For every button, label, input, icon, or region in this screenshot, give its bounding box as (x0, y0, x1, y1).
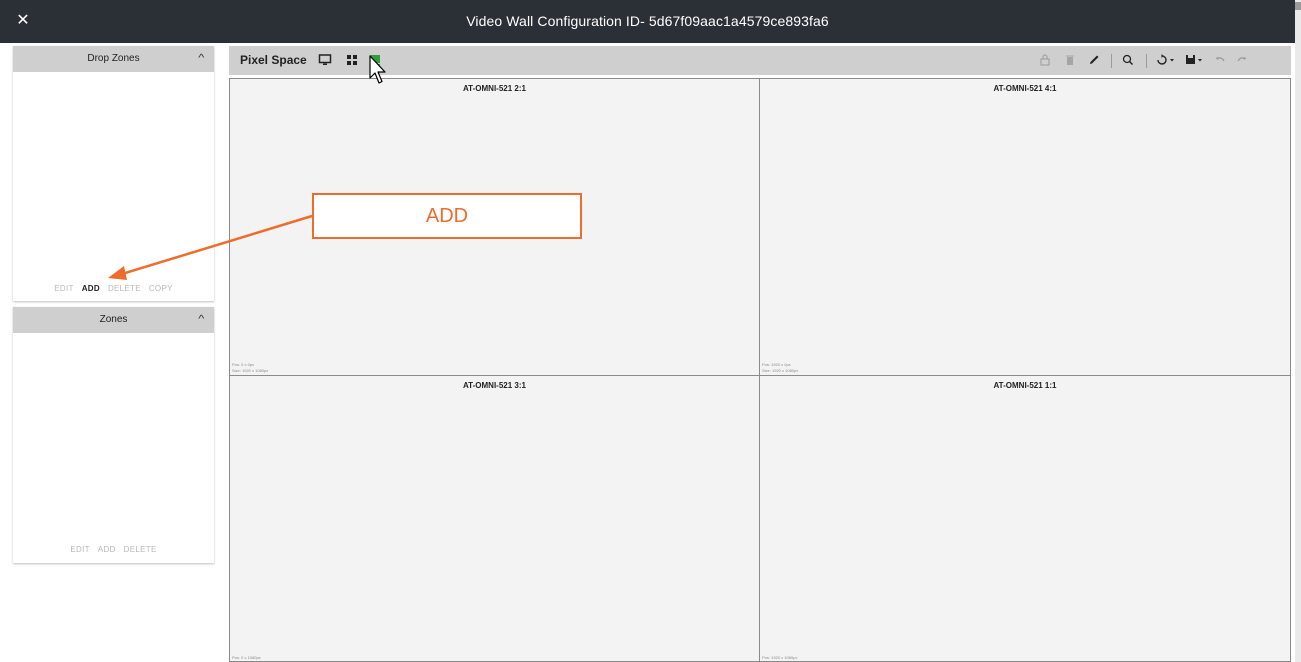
window-title: Video Wall Configuration ID- 5d67f09aac1… (466, 13, 829, 29)
screen-position: Pos: 1920 x 1080px (762, 655, 798, 660)
screen-tile[interactable]: AT-OMNI-521 1:1 Pos: 1920 x 1080px (759, 375, 1291, 662)
scrollbar[interactable] (1295, 0, 1301, 662)
pixel-space-label: Pixel Space (240, 53, 307, 67)
zones-header[interactable]: Zones ^ (13, 307, 214, 333)
refresh-dropdown-icon[interactable] (1155, 53, 1177, 67)
drop-zones-header[interactable]: Drop Zones ^ (13, 46, 214, 72)
zones-actions: EDIT ADD DELETE (13, 545, 214, 554)
screen-size: Size: 1920 x 1080px (762, 368, 799, 373)
redo-icon[interactable] (1235, 53, 1249, 67)
zones-edit-button[interactable]: EDIT (70, 545, 89, 554)
screen-position: Pos: 0 x 1080px (232, 655, 261, 660)
drop-zones-edit-button[interactable]: EDIT (54, 284, 73, 293)
drop-zones-delete-button[interactable]: DELETE (108, 284, 141, 293)
drop-zones-copy-button[interactable]: COPY (149, 284, 173, 293)
zones-add-button[interactable]: ADD (98, 545, 116, 554)
save-dropdown-icon[interactable] (1184, 53, 1206, 67)
mouse-cursor-icon (369, 55, 386, 84)
add-callout: ADD (312, 193, 582, 239)
screen-tile[interactable]: AT-OMNI-521 3:1 Pos: 0 x 1080px (229, 375, 760, 662)
screen-name: AT-OMNI-521 4:1 (993, 84, 1057, 93)
grid-icon[interactable] (345, 53, 359, 67)
pixel-space-canvas[interactable]: AT-OMNI-521 2:1 Pos: 0 x 0px Size: 1920 … (229, 78, 1291, 662)
scrollbar-thumb[interactable] (1295, 2, 1301, 10)
undo-icon[interactable] (1213, 53, 1227, 67)
screen-name: AT-OMNI-521 3:1 (463, 381, 526, 390)
lock-icon[interactable] (1039, 53, 1051, 67)
chevron-up-icon[interactable]: ^ (199, 307, 205, 333)
toolbar-divider (1146, 54, 1147, 68)
zones-panel: Zones ^ EDIT ADD DELETE (13, 307, 214, 563)
trash-icon[interactable] (1064, 53, 1076, 67)
drop-zones-title: Drop Zones (87, 53, 140, 64)
monitor-icon[interactable] (318, 53, 332, 67)
screen-name: AT-OMNI-521 1:1 (993, 381, 1057, 390)
screen-size: Size: 1920 x 1080px (232, 368, 269, 373)
chevron-up-icon[interactable]: ^ (199, 46, 205, 72)
drop-zones-panel: Drop Zones ^ EDIT ADD DELETE COPY (13, 46, 214, 301)
zones-delete-button[interactable]: DELETE (124, 545, 157, 554)
screen-name: AT-OMNI-521 2:1 (463, 84, 526, 93)
zoom-icon[interactable] (1121, 53, 1135, 67)
title-bar: ✕ Video Wall Configuration ID- 5d67f09aa… (0, 0, 1295, 43)
drop-zones-add-button[interactable]: ADD (82, 284, 100, 293)
pencil-icon[interactable] (1087, 53, 1101, 67)
screen-tile[interactable]: AT-OMNI-521 4:1 Pos: 1920 x 0px Size: 19… (759, 78, 1291, 376)
toolbar-divider (1111, 54, 1112, 68)
zones-title: Zones (99, 314, 128, 325)
pixel-space-toolbar: Pixel Space (229, 46, 1291, 75)
drop-zones-actions: EDIT ADD DELETE COPY (13, 284, 214, 293)
